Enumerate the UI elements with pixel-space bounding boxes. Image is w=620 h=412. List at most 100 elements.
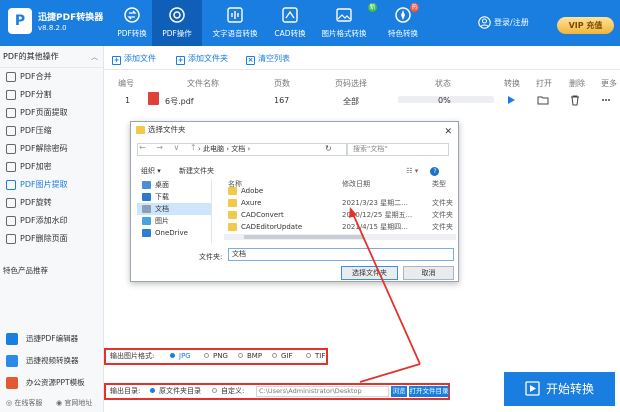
tree-folder-icon [142, 205, 151, 213]
organize-button[interactable]: 组织 ▾ [141, 167, 161, 175]
sidebar-item-label: PDF添加水印 [20, 216, 68, 225]
col-pages: 页数 [274, 79, 290, 88]
sidebar-item[interactable]: PDF图片提取 [0, 176, 103, 194]
new-folder-button[interactable]: 新建文件夹 [179, 167, 214, 175]
browse-button[interactable]: 浏览 [391, 386, 407, 397]
tree-item[interactable]: OneDrive [137, 227, 211, 239]
folder-name-input[interactable]: 文档 [228, 248, 454, 261]
row-page-range[interactable]: 全部 [343, 96, 359, 107]
tab-label: 图片格式转换 [321, 29, 367, 38]
tab-image-convert[interactable]: 图片格式转换 [316, 0, 372, 46]
format-option-label: TIF [315, 352, 326, 360]
product-ppt-template[interactable]: 办公资源PPT模板 [6, 374, 85, 392]
more-icon[interactable] [600, 94, 612, 106]
file-date: 2021/4/15 星期四... [342, 223, 408, 231]
col-more: 更多 [601, 79, 617, 88]
sidebar-item-icon [6, 108, 16, 118]
sidebar-item[interactable]: PDF合并 [0, 68, 103, 86]
tree-item-label: 下载 [155, 193, 169, 201]
format-option-bmp[interactable]: BMP [238, 350, 262, 363]
col-convert: 转换 [504, 79, 520, 88]
file-row[interactable]: CADConvert 2020/12/25 星期五... 文件夹 [224, 209, 456, 221]
file-row[interactable]: Axure 2021/3/23 星期二... 文件夹 [224, 197, 456, 209]
nav-arrows[interactable]: ← → ∨ ↑ [139, 143, 201, 152]
user-icon [478, 16, 491, 29]
sidebar-item-icon [6, 198, 16, 208]
view-options-icon[interactable]: ☷ ▾ [406, 167, 418, 175]
sidebar-item[interactable]: PDF分割 [0, 86, 103, 104]
format-option-png[interactable]: PNG [204, 350, 228, 363]
sidebar-header[interactable]: PDF的其他操作 ︿ [0, 46, 103, 68]
cancel-button[interactable]: 取消 [403, 266, 454, 280]
radio-unselected-icon [238, 353, 243, 358]
format-option-jpg[interactable]: JPG [170, 350, 191, 363]
start-convert-button[interactable]: 开始转换 [504, 372, 615, 406]
vip-recharge-button[interactable]: VIP 充值 [557, 17, 614, 34]
tab-text-voice[interactable]: 文字语音转换 [205, 0, 265, 46]
radio-unselected-icon [204, 353, 209, 358]
radio-custom-folder[interactable]: 自定义: [212, 385, 244, 398]
format-option-tif[interactable]: TIF [306, 350, 325, 363]
official-site-link[interactable]: ◉ 官网地址 [56, 398, 92, 408]
tree-item[interactable]: 图片 [137, 215, 211, 227]
delete-icon[interactable] [569, 94, 581, 106]
folder-icon [136, 126, 145, 134]
horizontal-scrollbar[interactable] [224, 234, 456, 240]
sidebar-item[interactable]: PDF页面提取 [0, 104, 103, 122]
format-option-gif[interactable]: GIF [272, 350, 293, 363]
clear-list-button[interactable]: × 清空列表 [246, 53, 290, 65]
sidebar-item[interactable]: PDF加密 [0, 158, 103, 176]
add-file-label: 添加文件 [124, 54, 156, 63]
add-folder-button[interactable]: + 添加文件夹 [176, 53, 228, 65]
tree-item[interactable]: 下载 [137, 191, 211, 203]
sidebar-item[interactable]: PDF删除页面 [0, 230, 103, 248]
output-path-input[interactable]: C:\Users\Administrator\Desktop [256, 386, 389, 397]
play-icon[interactable] [505, 94, 517, 106]
sidebar-item-label: PDF删除页面 [20, 234, 68, 243]
select-folder-button[interactable]: 选择文件夹 [341, 266, 398, 280]
radio-unselected-icon [306, 353, 311, 358]
app-name: 迅捷PDF转换器 [38, 13, 104, 23]
online-service-link[interactable]: ◎ 在线客服 [6, 398, 42, 408]
select-folder-dialog: 选择文件夹 ✕ › 此电脑 › 文档 › ← → ∨ ↑ ↻ 搜索"文档" 组织… [130, 121, 459, 282]
sidebar-item[interactable]: PDF解除密码 [0, 140, 103, 158]
sidebar-item-icon [6, 180, 16, 190]
tree-item[interactable]: 桌面 [137, 179, 211, 191]
file-row[interactable]: CADEditorUpdate 2021/4/15 星期四... 文件夹 [224, 221, 456, 231]
tab-cad-convert[interactable]: CAD转换 [270, 0, 310, 46]
tab-pdf-operate[interactable]: PDF操作 [152, 0, 202, 46]
col-delete: 删除 [569, 79, 585, 88]
product-pdf-editor[interactable]: 迅捷PDF编辑器 [6, 330, 78, 348]
pdf-editor-icon [6, 333, 18, 345]
product-video-converter[interactable]: 迅捷视频转换器 [6, 352, 79, 370]
product-label: 迅捷视频转换器 [26, 356, 79, 365]
tree-folder-icon [142, 217, 151, 225]
source-folder-label: 原文件夹目录 [159, 387, 201, 395]
open-folder-icon[interactable] [537, 94, 549, 106]
login-label: 登录/注册 [494, 18, 529, 27]
clear-list-label: 清空列表 [258, 54, 290, 63]
login-link[interactable]: 登录/注册 [478, 16, 529, 29]
tree-item-label: 桌面 [155, 181, 169, 189]
help-icon[interactable]: ? [430, 167, 440, 176]
sidebar-item[interactable]: PDF旋转 [0, 194, 103, 212]
open-output-folder-button[interactable]: 打开文件目录 [409, 386, 449, 397]
dialog-toolbar: 组织 ▾ 新建文件夹 ☷ ▾ ? [141, 166, 440, 176]
sidebar-item[interactable]: PDF添加水印 [0, 212, 103, 230]
close-icon[interactable]: ✕ [444, 124, 452, 140]
format-option-label: BMP [247, 352, 263, 360]
dialog-search-input[interactable]: 搜索"文档" [347, 143, 449, 156]
file-row[interactable]: Adobe [224, 185, 456, 197]
add-file-button[interactable]: + 添加文件 [112, 53, 156, 65]
tree-item[interactable]: 文档 [137, 203, 211, 215]
col-name: 文件名称 [187, 79, 219, 88]
product-label: 迅捷PDF编辑器 [26, 334, 79, 343]
folder-label: 文件夹: [199, 253, 223, 261]
sidebar-item[interactable]: PDF压缩 [0, 122, 103, 140]
radio-source-folder[interactable]: 原文件夹目录 [150, 385, 201, 398]
folder-icon [228, 211, 237, 219]
tab-featured-convert[interactable]: 特色转换 [378, 0, 428, 46]
refresh-icon[interactable]: ↻ [325, 144, 332, 153]
tab-label: 特色转换 [388, 29, 418, 38]
folder-icon [228, 199, 237, 207]
